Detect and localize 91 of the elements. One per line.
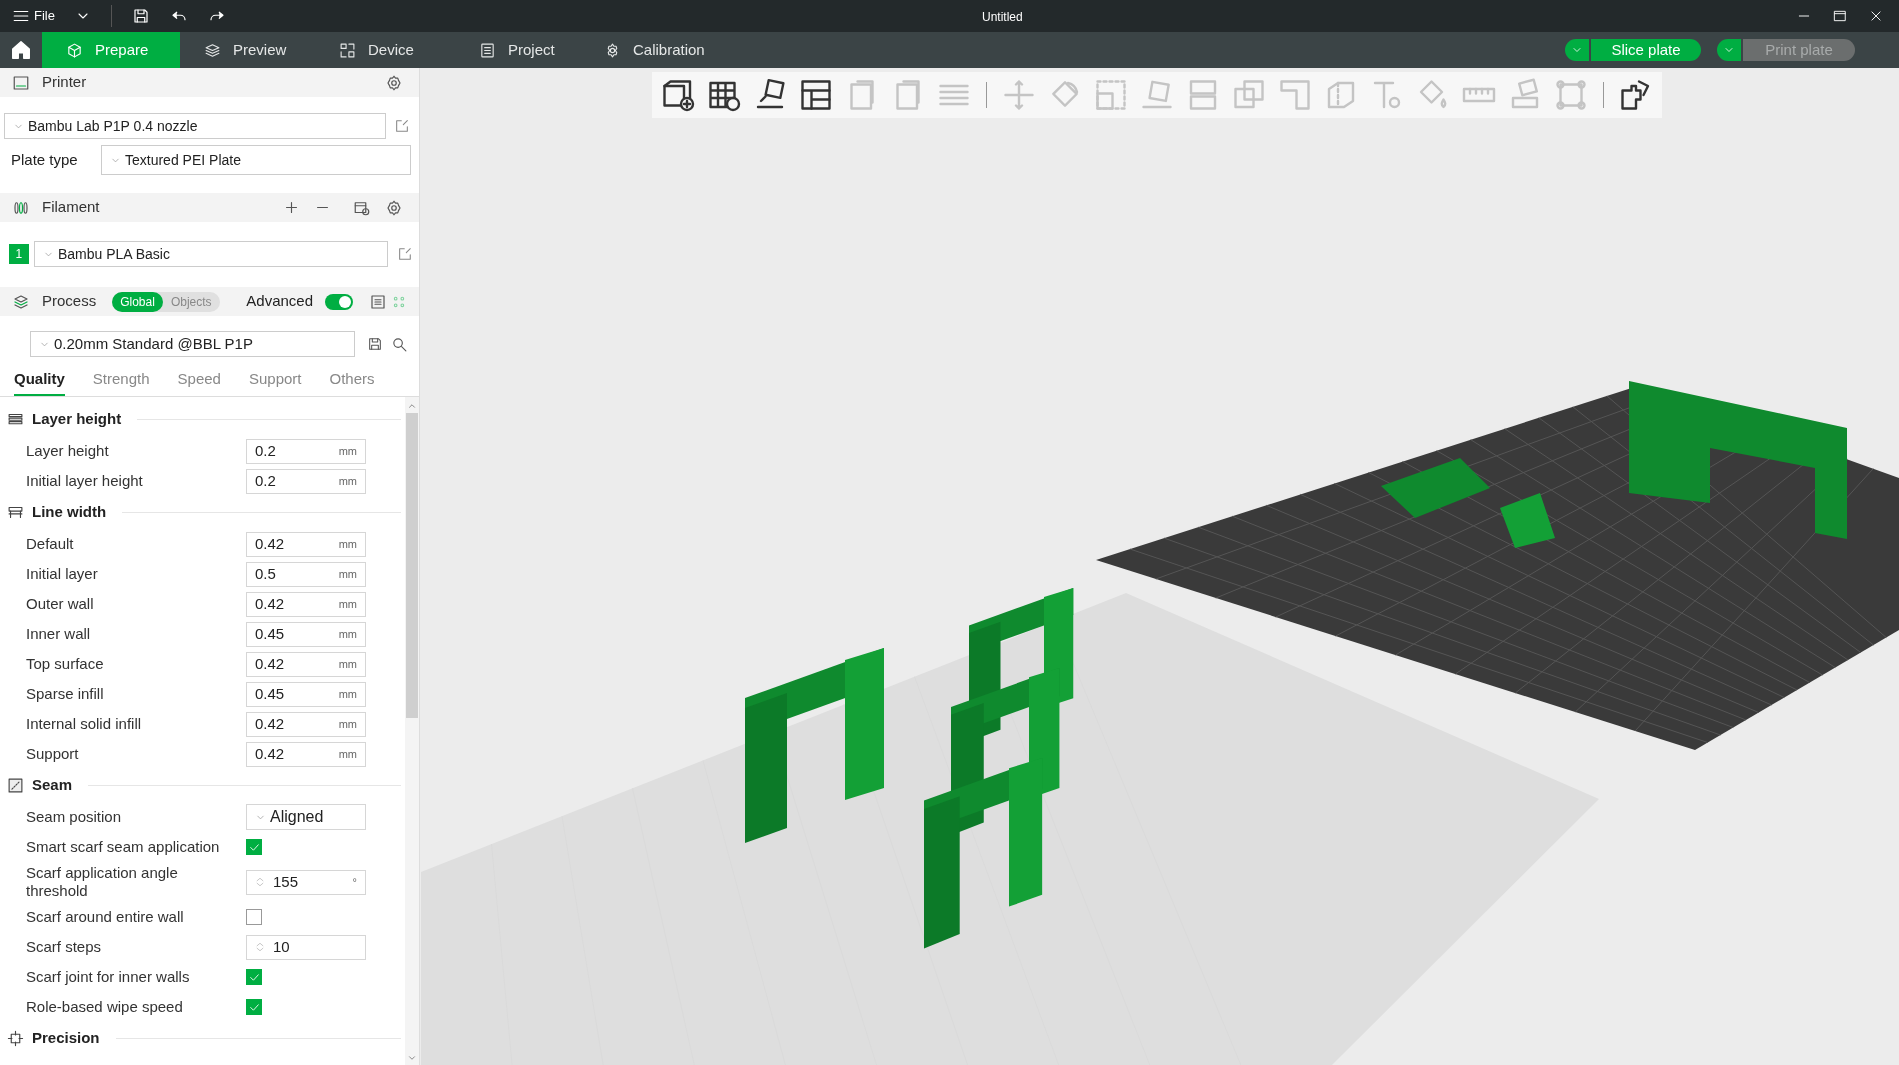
checkbox[interactable]: [246, 999, 262, 1015]
section-title: Filament: [42, 197, 100, 218]
number-field[interactable]: 0.42 mm: [246, 741, 366, 767]
home-icon: [10, 39, 32, 61]
setting-label: Role-based wipe speed: [26, 998, 184, 1016]
edit-icon[interactable]: [397, 246, 413, 262]
setting-label: Scarf steps: [26, 938, 103, 956]
add-cube-icon[interactable]: [660, 77, 696, 113]
field-label: Advanced: [246, 291, 313, 312]
chevron-up-icon: [407, 401, 417, 411]
number-field[interactable]: 0.42 mm: [246, 711, 366, 737]
settings-tab[interactable]: Speed: [177, 367, 221, 396]
setting-label: Scarf joint for inner walls: [26, 968, 191, 986]
setting-label: Initial layer: [26, 565, 99, 583]
nav-tab[interactable]: Calibration: [580, 32, 730, 68]
setting-label: Top surface: [26, 655, 105, 673]
section-title: Layer height: [32, 409, 122, 430]
setting-label: Inner wall: [26, 625, 92, 643]
dropdown-button[interactable]: [1565, 39, 1589, 61]
search-icon[interactable]: [391, 335, 408, 353]
support-paint-icon[interactable]: [1277, 77, 1313, 113]
window-title: Untitled: [982, 9, 1023, 26]
gear-icon[interactable]: [385, 73, 403, 92]
setting-label: Smart scarf seam application: [26, 838, 221, 856]
setting-label: Internal solid infill: [26, 715, 143, 733]
checkbox[interactable]: [246, 839, 262, 855]
seam-dropdown[interactable]: Aligned: [246, 804, 366, 830]
edit-icon[interactable]: [394, 118, 410, 134]
settings-tab[interactable]: Quality: [14, 367, 65, 396]
setting-label: Initial layer height: [26, 472, 144, 490]
settings-tab[interactable]: Strength: [92, 367, 150, 396]
number-field[interactable]: 0.42 mm: [246, 591, 366, 617]
seam-icon: [7, 777, 24, 794]
move-icon[interactable]: [1001, 77, 1037, 113]
device-icon: [339, 41, 356, 59]
setting-label: Sparse infill: [26, 685, 105, 703]
nav-tab[interactable]: Project: [455, 32, 580, 68]
list-icon: [479, 41, 496, 59]
nav-tab[interactable]: Device: [315, 32, 455, 68]
printer-icon: [12, 73, 30, 92]
setting-label: Scarf application angle threshold: [26, 864, 179, 900]
setting-label: Support: [26, 745, 80, 763]
chevron-down-icon: [407, 1053, 417, 1063]
layers-icon: [204, 41, 221, 59]
checkbox[interactable]: [246, 909, 262, 925]
arrange-icon[interactable]: [798, 77, 834, 113]
cube-icon: [66, 41, 83, 59]
section-title: Line width: [32, 502, 107, 523]
scale-icon[interactable]: [1093, 77, 1129, 113]
number-field[interactable]: 155 °: [246, 869, 366, 895]
section-title: Precision: [32, 1028, 100, 1049]
scrollbar-thumb[interactable]: [406, 413, 418, 718]
setting-label: Seam position: [26, 808, 123, 826]
maximize-icon[interactable]: [1833, 9, 1847, 23]
number-field[interactable]: 0.42 mm: [246, 651, 366, 677]
settings-tab[interactable]: Support: [248, 367, 302, 396]
section-title: Seam: [32, 775, 73, 796]
save-icon[interactable]: [131, 7, 150, 25]
file-menu-button[interactable]: File: [12, 6, 55, 26]
number-field[interactable]: 0.5 mm: [246, 561, 366, 587]
number-field[interactable]: 0.2 mm: [246, 438, 366, 464]
setting-label: Scarf around entire wall: [26, 908, 185, 926]
filament-index-badge: 1: [9, 244, 29, 264]
process-preset-dropdown[interactable]: 0.20mm Standard @BBL P1P: [30, 331, 355, 357]
advanced-switch[interactable]: [325, 293, 353, 310]
setting-label: Layer height: [26, 442, 110, 460]
settings-tab[interactable]: Others: [329, 367, 375, 396]
list-icon[interactable]: [369, 292, 387, 311]
section-title: Process: [42, 291, 97, 312]
number-field[interactable]: 0.2 mm: [246, 468, 366, 494]
precision-icon: [7, 1030, 24, 1047]
checkbox[interactable]: [246, 969, 262, 985]
dropdown-button[interactable]: [1717, 39, 1741, 61]
line-width-icon: [7, 504, 24, 521]
number-field[interactable]: 0.42 mm: [246, 531, 366, 557]
scrollbar[interactable]: [405, 397, 419, 1065]
section-title: Printer: [42, 72, 87, 93]
setting-label: Default: [26, 535, 75, 553]
field-label: Plate type: [11, 149, 79, 170]
fit-icon[interactable]: [1553, 77, 1589, 113]
number-field[interactable]: 10: [246, 934, 366, 960]
setting-label: Outer wall: [26, 595, 95, 613]
printer-dropdown[interactable]: Bambu Lab P1P 0.4 nozzle: [4, 113, 386, 139]
plate-type-dropdown[interactable]: Textured PEI Plate: [101, 145, 411, 175]
number-field[interactable]: 0.45 mm: [246, 621, 366, 647]
number-field[interactable]: 0.45 mm: [246, 681, 366, 707]
plus-icon[interactable]: [283, 199, 300, 216]
filament-dropdown[interactable]: Bambu PLA Basic: [33, 241, 389, 267]
gear-icon[interactable]: [385, 198, 403, 217]
close-icon[interactable]: [1869, 9, 1883, 23]
nav-tab[interactable]: Preview: [180, 32, 315, 68]
